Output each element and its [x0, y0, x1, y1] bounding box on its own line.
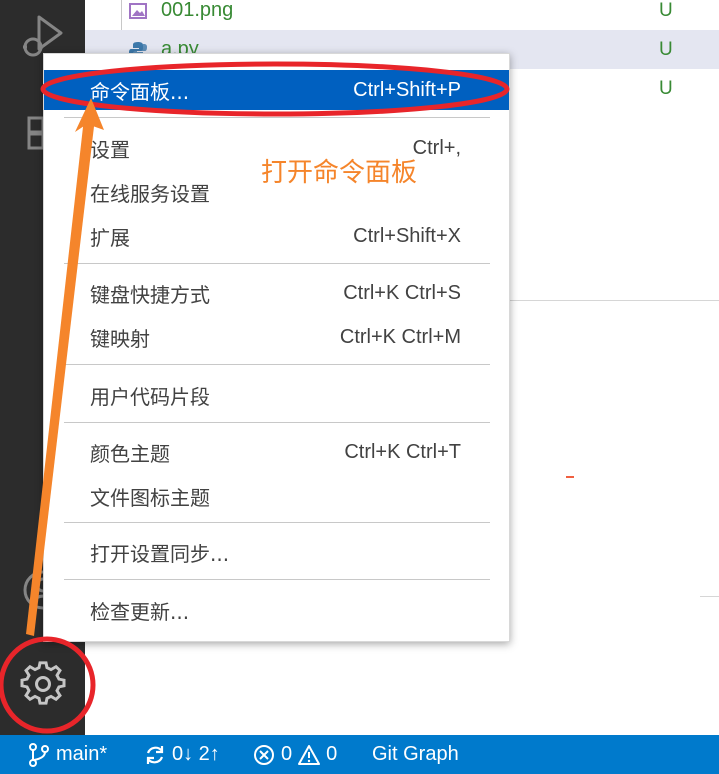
menu-separator: [64, 422, 490, 423]
file-row[interactable]: 001.png U: [85, 0, 719, 30]
menu-item-command-palette[interactable]: 命令面板... Ctrl+Shift+P: [44, 70, 509, 110]
status-git-graph[interactable]: Git Graph: [372, 735, 459, 774]
menu-separator: [64, 522, 490, 523]
panel-divider: [700, 596, 719, 597]
menu-item-settings-sync[interactable]: 打开设置同步...: [44, 532, 509, 572]
git-graph-label: Git Graph: [372, 743, 459, 765]
error-count: 0: [281, 743, 293, 765]
menu-item-user-snippets[interactable]: 用户代码片段: [44, 375, 509, 415]
git-branch-icon: [29, 742, 49, 767]
manage-gear-icon[interactable]: [0, 656, 85, 712]
sync-counts: 0↓ 2↑: [172, 743, 220, 765]
annotation-label: 打开命令面板: [261, 158, 418, 188]
menu-item-keyboard-shortcuts[interactable]: 键盘快捷方式 Ctrl+K Ctrl+S: [44, 273, 509, 313]
warning-icon: [298, 744, 321, 765]
branch-name: main*: [56, 743, 108, 765]
file-status-badge: U: [659, 77, 673, 99]
menu-separator: [64, 364, 490, 365]
menu-item-keymaps[interactable]: 键映射 Ctrl+K Ctrl+M: [44, 317, 509, 357]
manage-context-menu: 命令面板... Ctrl+Shift+P 设置 Ctrl+, 在线服务设置 扩展…: [43, 53, 510, 642]
status-bar: main* 0↓ 2↑ 0 0 Git Graph: [0, 735, 719, 774]
file-status-badge: U: [659, 0, 673, 21]
menu-item-file-icon-theme[interactable]: 文件图标主题: [44, 476, 509, 516]
menu-separator: [64, 579, 490, 580]
error-icon: [254, 744, 274, 765]
status-branch[interactable]: main*: [28, 735, 107, 774]
annotation-mark: [566, 476, 574, 478]
sync-icon: [146, 745, 164, 764]
menu-item-extensions[interactable]: 扩展 Ctrl+Shift+X: [44, 216, 509, 256]
file-status-badge: U: [659, 38, 673, 60]
menu-item-color-theme[interactable]: 颜色主题 Ctrl+K Ctrl+T: [44, 432, 509, 472]
menu-item-check-updates[interactable]: 检查更新...: [44, 590, 509, 630]
menu-separator: [64, 263, 490, 264]
file-name: 001.png: [161, 0, 234, 21]
status-sync[interactable]: 0↓ 2↑: [144, 735, 220, 774]
image-file-icon: [127, 0, 149, 22]
warning-count: 0: [326, 743, 338, 765]
status-problems[interactable]: 0 0: [253, 735, 337, 774]
menu-separator: [64, 117, 490, 118]
